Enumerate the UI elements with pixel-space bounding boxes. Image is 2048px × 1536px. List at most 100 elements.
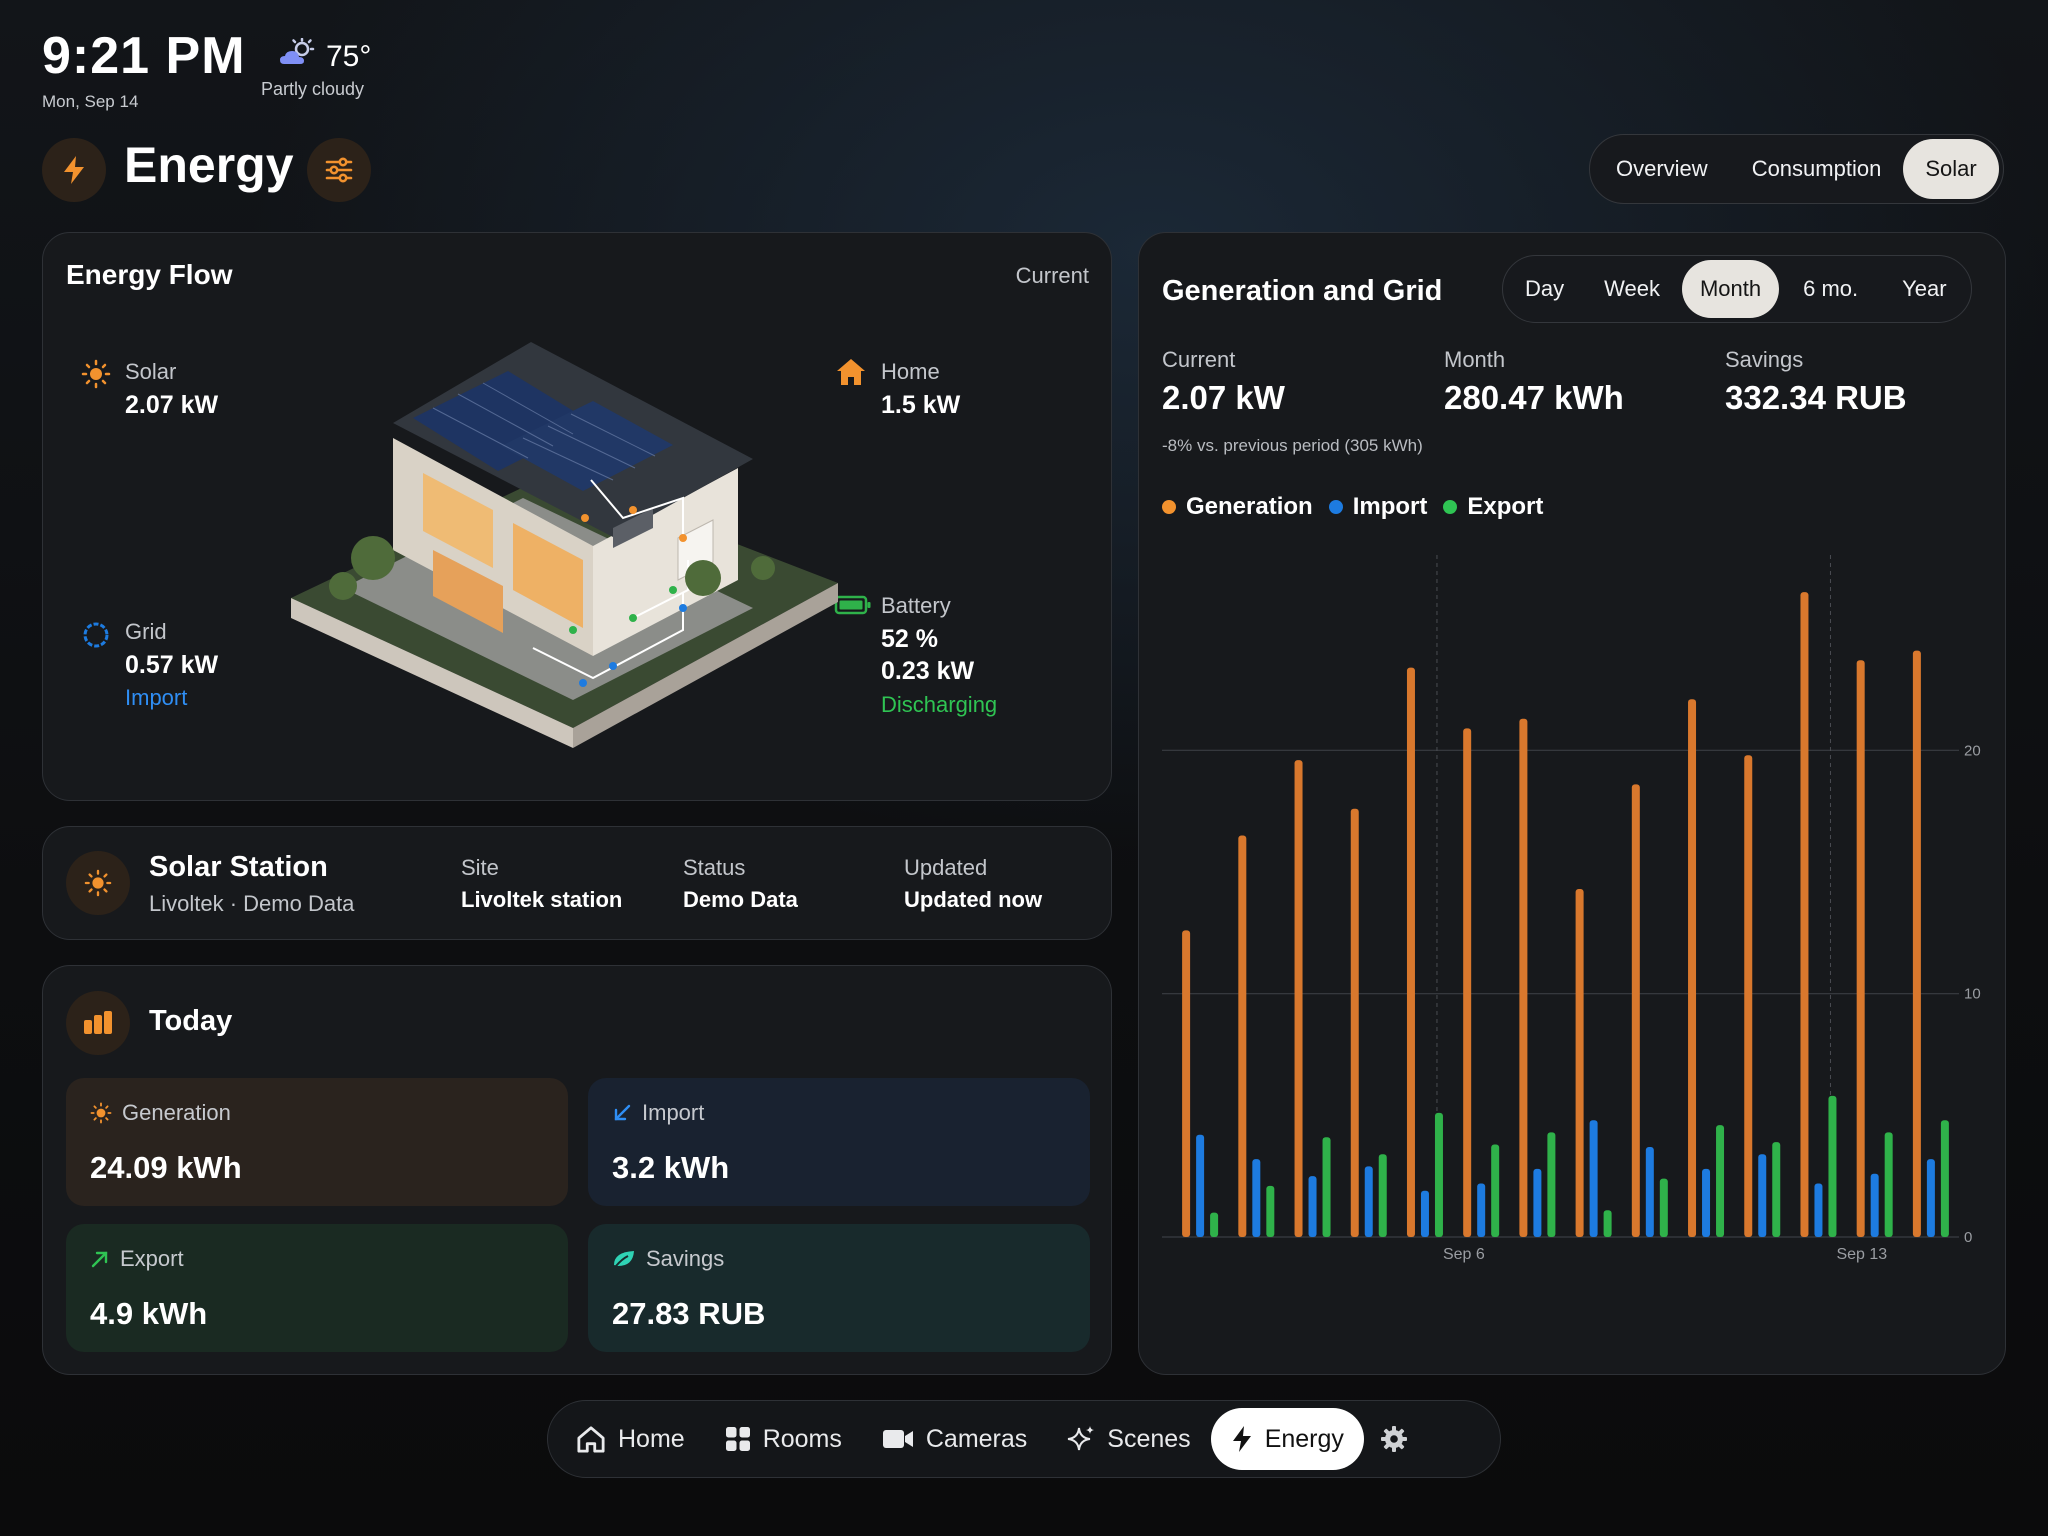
nav-scenes-label: Scenes — [1107, 1424, 1191, 1453]
bar-export — [1434, 1112, 1443, 1237]
weather: 75° — [278, 37, 371, 76]
x-tick-label: Sep 6 — [1443, 1246, 1485, 1263]
nav-home-label: Home — [618, 1424, 685, 1453]
home-icon — [577, 1426, 605, 1453]
station-title: Solar Station — [149, 851, 328, 883]
arrow-up-right-icon — [91, 1251, 108, 1268]
nav-scenes[interactable]: Scenes — [1047, 1408, 1210, 1470]
bar-chart-icon — [66, 991, 130, 1055]
legend-import: Import — [1328, 493, 1427, 521]
y-tick-label: 10 — [1964, 986, 1981, 1003]
nav-rooms-label: Rooms — [762, 1424, 842, 1453]
range-year[interactable]: Year — [1882, 260, 1966, 318]
nav-rooms[interactable]: Rooms — [705, 1408, 862, 1470]
bar-import — [1533, 1168, 1542, 1237]
grid-direction: Import — [125, 685, 188, 710]
energy-flow-mode: Current — [1015, 263, 1089, 288]
bar-import — [1364, 1166, 1373, 1237]
bar-export — [1547, 1132, 1556, 1237]
bottom-nav: Home Rooms Cameras Scenes Energy — [547, 1400, 1501, 1478]
x-tick-label: Sep 13 — [1836, 1246, 1887, 1263]
range-day[interactable]: Day — [1507, 260, 1582, 318]
tab-consumption[interactable]: Consumption — [1730, 139, 1904, 199]
status-label: Status — [683, 855, 746, 880]
updated-label: Updated — [904, 855, 988, 880]
range-6mo[interactable]: 6 mo. — [1779, 260, 1882, 318]
bar-generation — [1238, 835, 1247, 1237]
bar-import — [1702, 1168, 1711, 1237]
savings-total-label: Savings — [1725, 347, 1804, 372]
month-value: 280.47 kWh — [1444, 379, 1624, 416]
bar-generation — [1519, 718, 1528, 1237]
month-label: Month — [1444, 347, 1506, 372]
bar-generation — [1800, 592, 1809, 1237]
energy-header-icon — [42, 138, 106, 202]
site-label: Site — [461, 855, 499, 880]
sun-icon — [81, 359, 111, 394]
bar-export — [1772, 1142, 1781, 1237]
today-savings-tile: Savings 27.83 RUB — [588, 1224, 1090, 1352]
bar-generation — [1406, 667, 1415, 1237]
legend-export: Export — [1443, 493, 1543, 521]
sparkle-icon — [1068, 1426, 1095, 1451]
range-week[interactable]: Week — [1582, 260, 1682, 318]
bar-export — [1378, 1154, 1387, 1237]
current-value: 2.07 kW — [1162, 379, 1285, 416]
grid-icon — [725, 1427, 750, 1451]
bar-export — [1828, 1095, 1837, 1237]
bar-export — [1210, 1212, 1219, 1237]
nav-settings[interactable] — [1364, 1408, 1424, 1470]
battery-label: Battery — [881, 593, 951, 618]
solar-label: Solar — [125, 359, 177, 384]
house-illustration — [291, 342, 838, 748]
today-import-tile: Import 3.2 kWh — [588, 1078, 1090, 1206]
grid-value: 0.57 kW — [125, 651, 219, 679]
status-value: Demo Data — [683, 887, 798, 912]
import-value: 3.2 kWh — [612, 1150, 730, 1185]
bar-import — [1814, 1183, 1823, 1237]
savings-total-value: 332.34 RUB — [1725, 379, 1907, 416]
filter-button[interactable] — [307, 138, 371, 202]
generation-value: 24.09 kWh — [90, 1150, 242, 1185]
bar-export — [1716, 1125, 1725, 1237]
arrow-down-left-icon — [614, 1104, 631, 1121]
bar-generation — [1463, 728, 1472, 1237]
bar-export — [1884, 1132, 1893, 1237]
range-month[interactable]: Month — [1681, 260, 1780, 318]
nav-cameras[interactable]: Cameras — [862, 1408, 1047, 1470]
generation-grid-card: Generation and Grid Day Week Month 6 mo.… — [1138, 232, 2006, 1375]
export-label: Export — [120, 1246, 184, 1271]
comparison-text: -8% vs. previous period (305 kWh) — [1162, 436, 1423, 455]
sun-icon — [90, 1102, 112, 1124]
nav-home[interactable]: Home — [556, 1408, 705, 1470]
bar-import — [1420, 1190, 1429, 1237]
bar-generation — [1182, 930, 1191, 1237]
nav-energy[interactable]: Energy — [1210, 1408, 1364, 1470]
bolt-icon — [1232, 1426, 1251, 1452]
camera-icon — [882, 1430, 913, 1448]
bar-import — [1308, 1176, 1317, 1237]
bar-import — [1645, 1146, 1654, 1237]
battery-level: 52 % — [881, 625, 938, 653]
weather-condition: Partly cloudy — [261, 79, 365, 99]
bar-export — [1603, 1210, 1612, 1237]
home-value: 1.5 kW — [881, 391, 961, 419]
station-sun-icon — [66, 851, 130, 915]
savings-label: Savings — [646, 1246, 725, 1271]
export-value: 4.9 kWh — [90, 1296, 208, 1331]
sliders-icon — [325, 157, 353, 183]
view-tabs: Overview Consumption Solar — [1589, 134, 2004, 204]
energy-flow-title: Energy Flow — [66, 259, 233, 290]
generation-grid-chart: kWh0102030Sep 6Sep 13 — [1162, 553, 1981, 1263]
today-export-tile: Export 4.9 kWh — [66, 1224, 568, 1352]
legend-generation: Generation — [1162, 493, 1313, 521]
bar-generation — [1744, 755, 1753, 1237]
generation-label: Generation — [122, 1100, 231, 1125]
tab-solar[interactable]: Solar — [1903, 139, 1999, 199]
energy-flow-card: Energy Flow Current Solar 2.07 kW Home 1… — [42, 232, 1112, 801]
bar-export — [1491, 1144, 1500, 1237]
range-tabs: Day Week Month 6 mo. Year — [1502, 255, 1972, 323]
bar-import — [1758, 1154, 1767, 1237]
tab-overview[interactable]: Overview — [1594, 139, 1730, 199]
grid-icon — [81, 620, 111, 655]
